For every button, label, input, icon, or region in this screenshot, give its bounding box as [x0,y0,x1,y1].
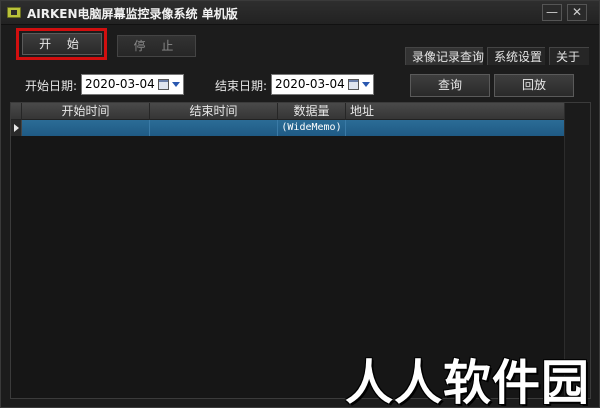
tab-system-settings[interactable]: 系统设置 [487,47,545,65]
chevron-down-icon[interactable] [172,82,180,87]
column-header-start-time[interactable]: 开始时间 [22,103,150,120]
calendar-icon[interactable] [158,79,169,90]
start-date-picker[interactable]: 2020-03-04 [81,74,184,95]
title-bar: AIRKEN电脑屏幕监控录像系统 单机版 — ✕ [1,1,599,25]
window-title: AIRKEN电脑屏幕监控录像系统 单机版 [27,7,238,21]
stop-button[interactable]: 停 止 [117,35,196,57]
app-icon [7,7,21,18]
table-cell[interactable] [150,120,278,136]
table-cell[interactable] [346,120,564,136]
start-date-value: 2020-03-04 [85,77,155,91]
column-header-data-size[interactable]: 数据量 [278,103,346,120]
column-header-end-time[interactable]: 结束时间 [150,103,278,120]
header-indicator-cell [11,103,22,120]
tab-record-query[interactable]: 录像记录查询 [405,47,484,65]
column-header-address[interactable]: 地址 [346,103,376,120]
table-row[interactable]: (WideMemo) [11,120,564,136]
watermark: 人人软件园 [345,355,591,408]
grid-header: 开始时间 结束时间 数据量 地址 [11,103,564,120]
query-button[interactable]: 查询 [410,74,490,97]
tab-about[interactable]: 关于 [549,47,589,65]
row-indicator-cell [11,120,22,136]
chevron-down-icon[interactable] [362,82,370,87]
minimize-button[interactable]: — [542,4,562,21]
end-date-label: 结束日期: [215,79,268,93]
calendar-icon[interactable] [348,79,359,90]
end-date-value: 2020-03-04 [275,77,345,91]
playback-button[interactable]: 回放 [494,74,574,97]
app-window: AIRKEN电脑屏幕监控录像系统 单机版 — ✕ 开 始 停 止 录像记录查询 … [0,0,600,408]
table-cell[interactable]: (WideMemo) [278,120,346,136]
start-date-label: 开始日期: [25,79,78,93]
end-date-picker[interactable]: 2020-03-04 [271,74,374,95]
row-pointer-icon [14,124,19,132]
start-button[interactable]: 开 始 [22,33,102,55]
close-button[interactable]: ✕ [567,4,587,21]
table-cell[interactable] [22,120,150,136]
